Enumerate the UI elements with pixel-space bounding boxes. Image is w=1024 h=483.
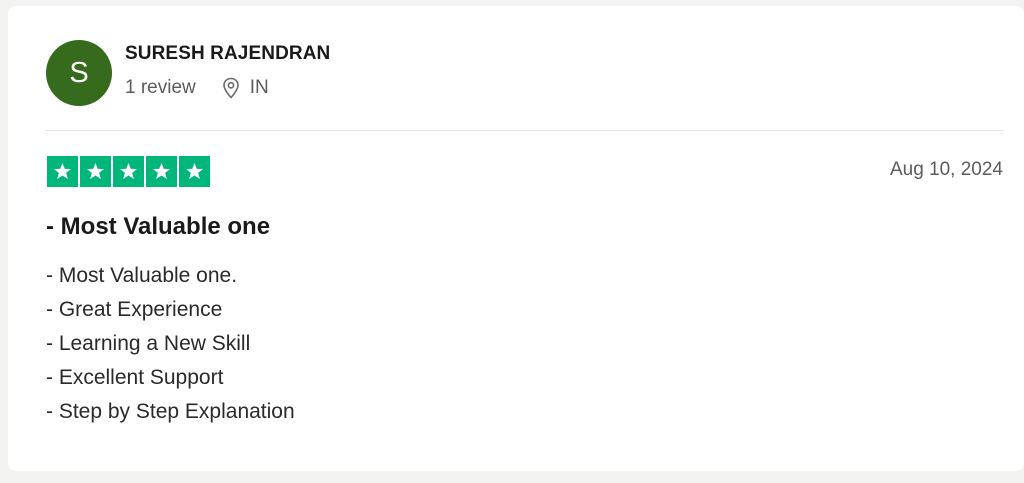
country-code: IN [249,77,269,98]
review-body: - Most Valuable one. - Great Experience - … [46,259,295,429]
star-icon [80,156,111,187]
star-rating [47,156,210,187]
review-count: 1 review [125,77,196,98]
review-line: - Excellent Support [46,366,224,389]
star-icon [146,156,177,187]
star-icon [179,156,210,187]
divider [45,130,1004,131]
review-card: S SURESH RAJENDRAN 1 review IN Aug 10, 2… [8,6,1024,471]
review-line: - Step by Step Explanation [46,400,295,423]
review-title[interactable]: - Most Valuable one [46,213,270,241]
map-pin-icon [222,77,240,99]
review-date: Aug 10, 2024 [889,159,1003,180]
review-line: - Most Valuable one. [46,264,238,287]
reviewer-name[interactable]: SURESH RAJENDRAN [125,43,330,65]
review-line: - Great Experience [46,298,223,321]
reviewer-meta: 1 review IN [125,77,269,99]
star-icon [47,156,78,187]
avatar[interactable]: S [46,40,112,106]
star-icon [113,156,144,187]
review-line: - Learning a New Skill [46,332,251,355]
